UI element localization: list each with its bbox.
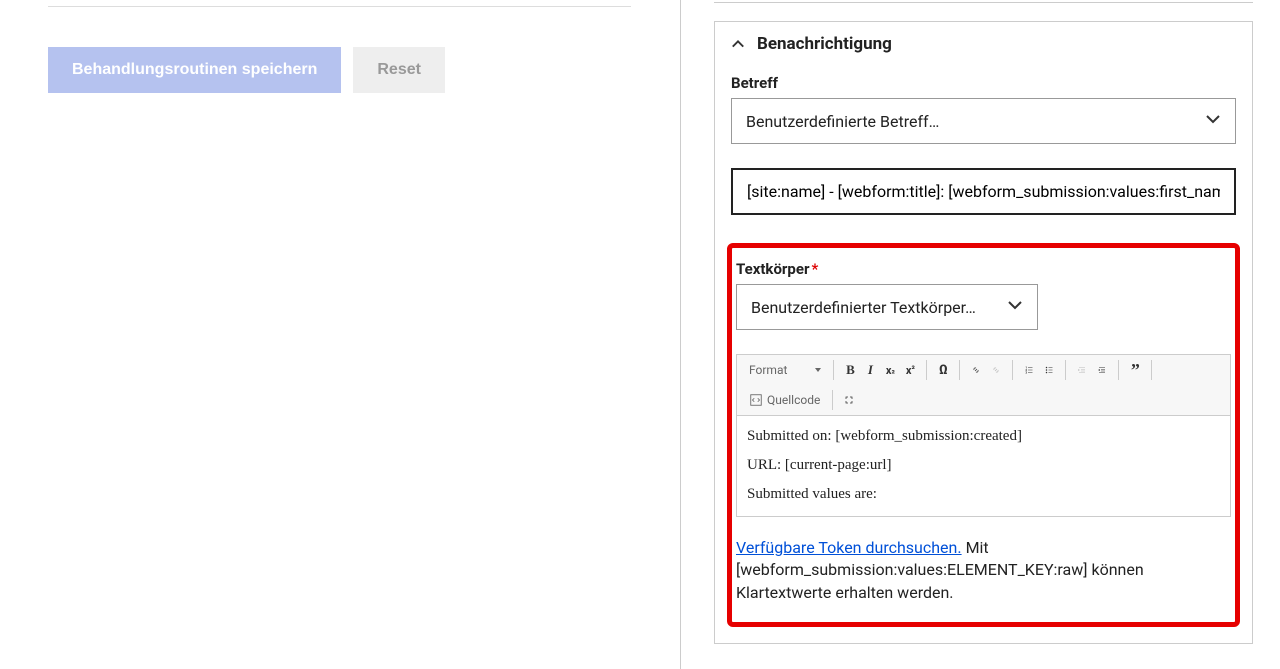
chevron-down-icon xyxy=(1007,297,1023,317)
body-label: Textkörper* xyxy=(736,260,1231,278)
source-button[interactable]: Quellcode xyxy=(745,389,824,411)
body-dropdown[interactable]: Benutzerdefinierter Textkörper… xyxy=(736,284,1038,330)
notification-panel: Benachrichtigung Betreff Benutzerdefinie… xyxy=(714,21,1253,644)
body-dropdown-value: Benutzerdefinierter Textkörper… xyxy=(751,298,976,317)
subject-label: Betreff xyxy=(731,74,1236,92)
editor-content[interactable]: Submitted on: [webform_submission:create… xyxy=(736,416,1231,517)
token-link[interactable]: Verfügbare Token durchsuchen. xyxy=(736,538,962,557)
subject-dropdown-value: Benutzerdefinierte Betreff… xyxy=(746,112,939,131)
subject-dropdown[interactable]: Benutzerdefinierte Betreff… xyxy=(731,98,1236,144)
chevron-up-icon xyxy=(731,37,745,51)
link-icon[interactable] xyxy=(968,362,984,378)
ordered-list-icon[interactable]: 123 xyxy=(1021,362,1037,378)
triangle-down-icon xyxy=(815,368,821,372)
editor-line: Submitted on: [webform_submission:create… xyxy=(747,428,1220,445)
editor-line: URL: [current-page:url] xyxy=(747,457,1220,474)
reset-button[interactable]: Reset xyxy=(353,47,445,93)
required-star: * xyxy=(811,260,818,278)
editor-line: Submitted values are: xyxy=(747,486,1220,503)
outdent-icon[interactable] xyxy=(1074,362,1090,378)
italic-icon[interactable]: I xyxy=(862,362,878,378)
chevron-down-icon xyxy=(1205,111,1221,131)
body-highlight: Textkörper* Benutzerdefinierter Textkörp… xyxy=(727,243,1240,627)
omega-icon[interactable]: Ω xyxy=(935,362,951,378)
maximize-icon[interactable] xyxy=(841,392,857,408)
unordered-list-icon[interactable] xyxy=(1041,362,1057,378)
unlink-icon[interactable] xyxy=(988,362,1004,378)
indent-icon[interactable] xyxy=(1094,362,1110,378)
panel-header[interactable]: Benachrichtigung xyxy=(715,22,1252,66)
subject-input[interactable] xyxy=(731,168,1236,215)
save-button[interactable]: Behandlungsroutinen speichern xyxy=(48,47,341,93)
format-dropdown[interactable]: Format xyxy=(745,359,825,381)
panel-title: Benachrichtigung xyxy=(757,34,892,54)
subscript-icon[interactable]: x₂ xyxy=(882,362,898,378)
token-help: Verfügbare Token durchsuchen. Mit [webfo… xyxy=(736,537,1231,604)
superscript-icon[interactable]: x² xyxy=(902,362,918,378)
editor-toolbar: Format B I x₂ x² Ω xyxy=(736,354,1231,416)
svg-text:3: 3 xyxy=(1026,372,1028,375)
bold-icon[interactable]: B xyxy=(842,362,858,378)
blockquote-icon[interactable]: ” xyxy=(1127,362,1143,378)
